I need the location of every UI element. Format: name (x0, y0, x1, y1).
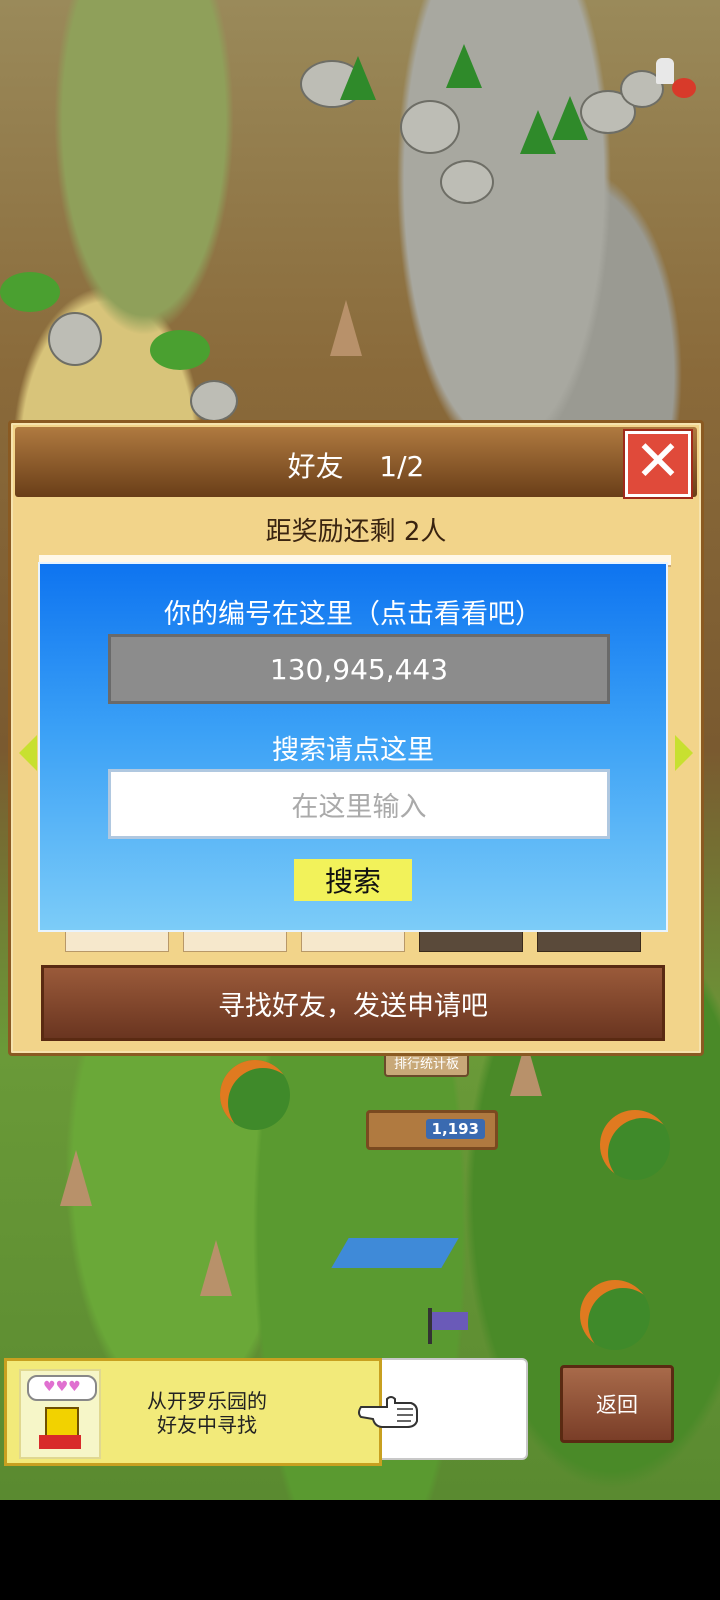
mascot-legs (39, 1435, 81, 1449)
your-id-display[interactable]: 130,945,443 (108, 634, 610, 704)
pine-tree (340, 56, 376, 100)
orange-tree (220, 1060, 290, 1130)
close-button[interactable]: ✕ (625, 431, 691, 497)
flag (432, 1312, 468, 1330)
rock-spire (330, 300, 362, 356)
pine-tree (446, 44, 482, 88)
search-input[interactable]: 在这里输入 (108, 769, 610, 839)
search-label: 搜索请点这里 (272, 735, 434, 766)
your-id-label: 你的编号在这里（点击看看吧） (164, 599, 542, 630)
dialog-title: 好友 1/2 (287, 450, 425, 483)
orange-tree (580, 1280, 650, 1350)
close-icon: ✕ (634, 429, 682, 494)
friend-slot-empty (419, 931, 523, 952)
reward-remaining-text: 距奖励还剩 2人 (265, 517, 447, 547)
friend-slot[interactable] (65, 931, 169, 952)
friend-slot-empty (537, 931, 641, 952)
counter-sign: 1,193 (366, 1110, 498, 1150)
dialog-header: 好友 1/2 ✕ (15, 427, 697, 497)
pond (331, 1238, 459, 1268)
id-search-panel: 你的编号在这里（点击看看吧） 130,945,443 搜索请点这里 在这里输入 … (38, 562, 668, 932)
rock (440, 160, 494, 204)
mascot-avatar: ♥♥♥ (19, 1369, 101, 1459)
pine-tree (520, 110, 556, 154)
back-button[interactable]: 返回 (560, 1365, 674, 1443)
npc-character (656, 58, 674, 84)
hearts-icon: ♥♥♥ (27, 1375, 97, 1401)
pointing-hand-icon (358, 1396, 418, 1428)
orange-tree (600, 1110, 670, 1180)
counter-value: 1,193 (425, 1119, 485, 1139)
palm-tree (0, 272, 60, 312)
search-button[interactable]: 搜索 (294, 859, 412, 901)
prev-page-arrow-icon[interactable] (19, 735, 37, 771)
find-friends-button[interactable]: 寻找好友，发送申请吧 (41, 965, 665, 1041)
banner-line1: 从开罗乐园的 (147, 1389, 267, 1413)
banner-text: 从开罗乐园的 好友中寻找 (107, 1389, 307, 1437)
rock (48, 312, 102, 366)
npc-bag (672, 78, 696, 98)
kairo-park-friends-banner[interactable]: ♥♥♥ 从开罗乐园的 好友中寻找 (4, 1358, 418, 1466)
friend-slot-row (65, 931, 655, 953)
palm-tree (150, 330, 210, 370)
rock (190, 380, 238, 422)
rock (400, 100, 460, 154)
banner-line2: 好友中寻找 (157, 1413, 257, 1437)
friend-slot[interactable] (183, 931, 287, 952)
rock-spire (200, 1240, 232, 1296)
pine-tree (552, 96, 588, 140)
friend-slot[interactable] (301, 931, 405, 952)
next-page-arrow-icon[interactable] (675, 735, 693, 771)
rock-spire (60, 1150, 92, 1206)
